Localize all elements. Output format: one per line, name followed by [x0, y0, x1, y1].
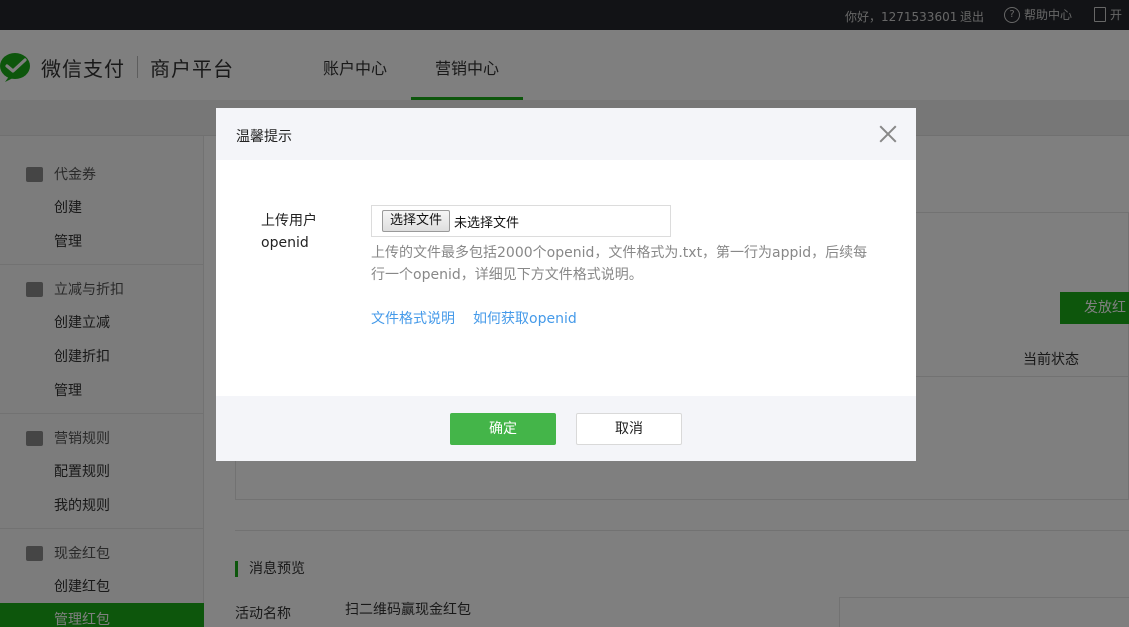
upload-label: 上传用户openid	[261, 213, 317, 251]
file-format-link[interactable]: 文件格式说明	[371, 308, 455, 328]
confirm-button[interactable]: 确定	[450, 413, 556, 445]
upload-tip: 上传的文件最多包括2000个openid，文件格式为.txt，第一行为appid…	[371, 245, 868, 283]
cancel-button[interactable]: 取消	[576, 413, 682, 445]
file-status-text: 未选择文件	[454, 215, 520, 231]
upload-dialog: 温馨提示 上传用户openid 选择文件 未选择文件 上传的文件最多包括2000…	[216, 108, 916, 461]
file-upload-field[interactable]: 选择文件 未选择文件	[371, 205, 671, 237]
how-to-get-openid-link[interactable]: 如何获取openid	[473, 308, 577, 328]
dialog-header: 温馨提示	[216, 108, 916, 160]
choose-file-button[interactable]: 选择文件	[382, 210, 451, 232]
dialog-footer: 确定 取消	[216, 396, 916, 461]
dialog-title: 温馨提示	[236, 129, 292, 145]
close-icon[interactable]	[878, 124, 898, 144]
